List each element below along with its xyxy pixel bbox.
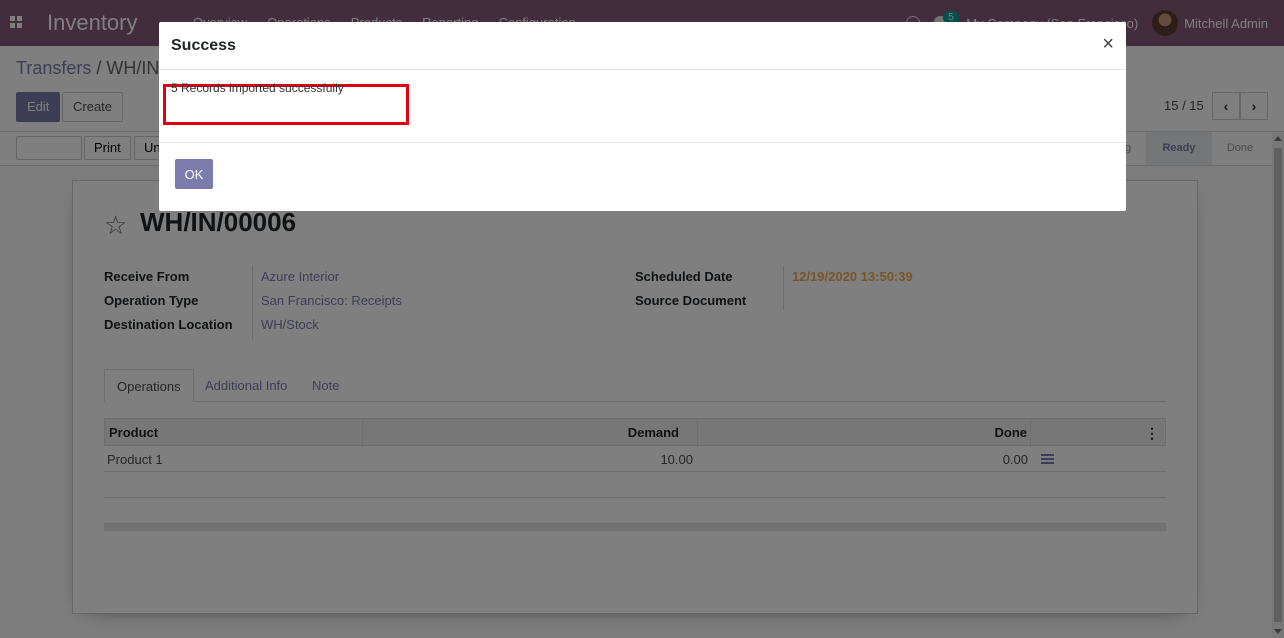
dialog-header: Success × xyxy=(159,22,1126,70)
close-icon[interactable]: × xyxy=(1102,33,1114,56)
success-message: 5 Records imported successfully xyxy=(171,81,344,95)
ok-button[interactable]: OK xyxy=(175,159,213,189)
success-dialog: Success × 5 Records imported successfull… xyxy=(159,22,1126,211)
dialog-body: 5 Records imported successfully xyxy=(159,70,1126,143)
dialog-title: Success xyxy=(171,37,236,54)
